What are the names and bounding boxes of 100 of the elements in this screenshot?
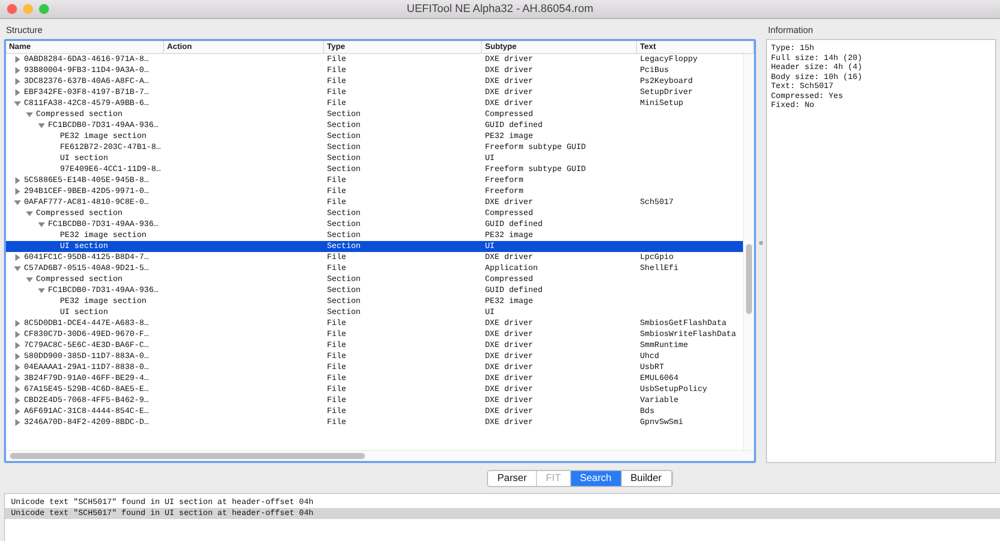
expander-icon[interactable] (14, 386, 21, 393)
expander-icon[interactable] (14, 265, 21, 272)
expander-icon[interactable] (14, 408, 21, 415)
name-cell: 3B24F79D-91A0-46FF-BE29-4… (24, 373, 149, 384)
expander-icon[interactable] (14, 342, 21, 349)
expander-icon[interactable] (14, 419, 21, 426)
tree-row[interactable]: A6F691AC-31C8-4444-854C-E… File DXE driver Bds (6, 406, 743, 417)
tree-row[interactable]: 93B80004-9FB3-11D4-9A3A-0… File DXE driver PciBus (6, 65, 743, 76)
expander-icon[interactable] (26, 210, 33, 217)
tree-row[interactable]: 0ABD8284-6DA3-4616-971A-8… File DXE driver LegacyFloppy (6, 54, 743, 65)
text-cell: GpnvSwSmi (640, 418, 684, 427)
tree-row[interactable]: FE612B72-203C-47B1-8… Section Freeform subtype GUID (6, 142, 743, 153)
expander-icon[interactable] (14, 199, 21, 206)
expander-icon[interactable] (38, 122, 45, 129)
info-line: Compressed: Yes (771, 92, 844, 101)
tree-row[interactable]: PE32 image section Section PE32 image (6, 296, 743, 307)
text-cell: ShellEfi (640, 264, 678, 273)
panel-label: Information (767, 24, 814, 37)
tree-row[interactable]: 97E409E6-4CC1-11D9-8… Section Freeform subtype GUID (6, 164, 743, 175)
text-cell: UsbRT (640, 363, 664, 372)
expander-icon[interactable] (14, 364, 21, 371)
subtype-cell: PE32 image (485, 132, 534, 141)
tree-row[interactable]: UI section Section UI (6, 307, 743, 318)
expander-icon[interactable] (14, 254, 21, 261)
message-row[interactable]: Unicode text "SCH5017" found in UI section at header-offset 04h (5, 497, 1000, 508)
expander-icon[interactable] (14, 89, 21, 96)
column-header[interactable]: Subtype (482, 41, 637, 53)
subtype-cell: DXE driver (485, 77, 534, 86)
tree-row[interactable]: 294B1CEF-9BEB-42D5-9971-0… File Freeform (6, 186, 743, 197)
tree-row[interactable]: 04EAAAA1-29A1-11D7-8838-0… File DXE driver UsbRT (6, 362, 743, 373)
tree-row[interactable]: 6041FC1C-95DB-4125-B8D4-7… File DXE driver LpcGpio (6, 252, 743, 263)
expander-icon[interactable] (14, 397, 21, 404)
close-icon[interactable] (7, 4, 17, 14)
type-cell: File (327, 341, 346, 350)
expander-icon[interactable] (14, 320, 21, 327)
expander-icon[interactable] (26, 111, 33, 118)
name-cell: A6F691AC-31C8-4444-854C-E… (24, 406, 149, 417)
text-cell: LegacyFloppy (640, 55, 698, 64)
tree-row[interactable]: CF830C7D-30D6-49ED-9670-F… File DXE driver SmbiosWriteFlashData (6, 329, 743, 340)
tab[interactable]: Parser (488, 471, 537, 486)
tree-row[interactable]: 0AFAF777-AC81-4810-9C8E-0… File DXE driver Sch5017 (6, 197, 743, 208)
expander-icon[interactable] (38, 221, 45, 228)
type-cell: File (327, 253, 346, 262)
type-cell: File (327, 198, 346, 207)
tree-row[interactable]: Compressed section Section Compressed (6, 208, 743, 219)
tree-row[interactable]: UI section Section UI (6, 153, 743, 164)
name-cell: 7C79AC8C-5E6C-4E3D-BA6F-C… (24, 340, 149, 351)
tree-row[interactable]: C811FA38-42C8-4579-A9BB-6… File DXE driver MiniSetup (6, 98, 743, 109)
tree-row[interactable]: CBD2E4D5-7068-4FF5-B462-9… File DXE driver Variable (6, 395, 743, 406)
name-cell: 3246A70D-84F2-4209-8BDC-D… (24, 417, 149, 428)
column-header[interactable]: Type (324, 41, 482, 53)
expander-icon[interactable] (14, 67, 21, 74)
type-cell: Section (327, 121, 361, 130)
tree-row[interactable]: 580DD900-385D-11D7-883A-0… File DXE driver Uhcd (6, 351, 743, 362)
message-row[interactable]: Unicode text "SCH5017" found in UI section at header-offset 04h (5, 508, 1000, 519)
type-cell: Section (327, 220, 361, 229)
tree-row[interactable]: FC1BCDB0-7D31-49AA-936… Section GUID defined (6, 219, 743, 230)
expander-icon[interactable] (14, 353, 21, 360)
expander-icon[interactable] (14, 56, 21, 63)
tree-row[interactable]: Compressed section Section Compressed (6, 274, 743, 285)
subtype-cell: PE32 image (485, 297, 534, 306)
tree-row[interactable]: PE32 image section Section PE32 image (6, 230, 743, 241)
tree-row[interactable]: 3B24F79D-91A0-46FF-BE29-4… File DXE driver EMUL6064 (6, 373, 743, 384)
tree-row[interactable]: 3DC82376-637B-40A6-A8FC-A… File DXE driver Ps2Keyboard (6, 76, 743, 87)
expander-icon[interactable] (14, 188, 21, 195)
type-cell: File (327, 407, 346, 416)
splitter-handle[interactable] (759, 241, 763, 245)
tree-row[interactable]: C57AD6B7-0515-40A8-9D21-5… File Application ShellEfi (6, 263, 743, 274)
expander-icon[interactable] (38, 287, 45, 294)
tab[interactable]: Search (570, 471, 622, 486)
name-cell: PE32 image section (60, 230, 146, 241)
expander-icon[interactable] (14, 375, 21, 382)
column-header[interactable]: Text (637, 41, 754, 53)
tree-row[interactable]: 3246A70D-84F2-4209-8BDC-D… File DXE driver GpnvSwSmi (6, 417, 743, 428)
expander-icon[interactable] (14, 78, 21, 85)
tree-row[interactable]: Compressed section Section Compressed (6, 109, 743, 120)
tree-row[interactable]: UI section Section UI (6, 241, 743, 252)
type-cell: Section (327, 231, 361, 240)
scrollbar-thumb[interactable] (10, 453, 365, 459)
column-header[interactable]: Name (6, 41, 164, 53)
tree-row[interactable]: 67A15E45-529B-4C6D-8AE5-E… File DXE driver UsbSetupPolicy (6, 384, 743, 395)
expander-icon[interactable] (14, 177, 21, 184)
expander-icon[interactable] (26, 276, 33, 283)
tree-row[interactable]: PE32 image section Section PE32 image (6, 131, 743, 142)
column-header[interactable]: Action (164, 41, 324, 53)
tree-row[interactable]: 5C5886E5-E14B-405E-945B-8… File Freeform (6, 175, 743, 186)
text-cell: Bds (640, 407, 654, 416)
tree-row[interactable]: 8C5D0DB1-DCE4-447E-A683-8… File DXE driver SmbiosGetFlashData (6, 318, 743, 329)
tree-row[interactable]: FC1BCDB0-7D31-49AA-936… Section GUID defined (6, 285, 743, 296)
name-cell: FE612B72-203C-47B1-8… (60, 142, 161, 153)
name-cell: 580DD900-385D-11D7-883A-0… (24, 351, 149, 362)
name-cell: 0AFAF777-AC81-4810-9C8E-0… (24, 197, 149, 208)
scrollbar-thumb[interactable] (746, 244, 752, 314)
tree-row[interactable]: EBF342FE-03F8-4197-B71B-7… File DXE driver SetupDriver (6, 87, 743, 98)
tree-row[interactable]: FC1BCDB0-7D31-49AA-936… Section GUID defined (6, 120, 743, 131)
subtype-cell: Freeform subtype GUID (485, 143, 586, 152)
expander-icon[interactable] (14, 100, 21, 107)
expander-icon[interactable] (14, 331, 21, 338)
subtype-cell: DXE driver (485, 374, 534, 383)
tree-row[interactable]: 7C79AC8C-5E6C-4E3D-BA6F-C… File DXE driver SmmRuntime (6, 340, 743, 351)
